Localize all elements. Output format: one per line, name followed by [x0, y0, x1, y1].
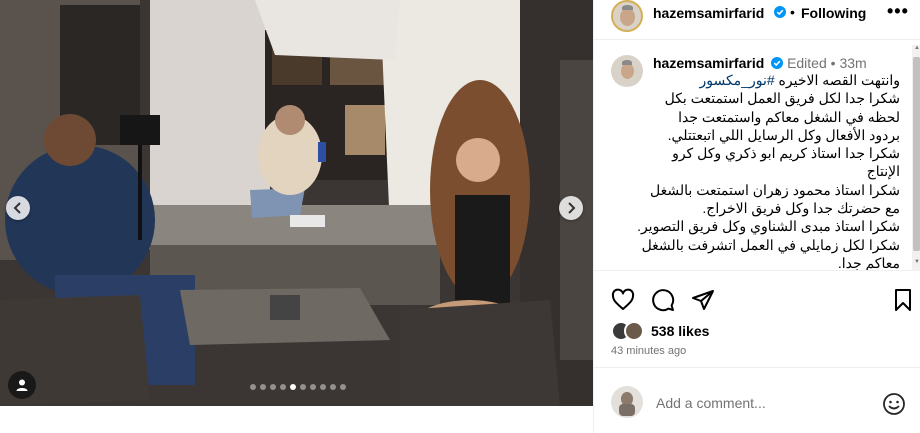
hashtag-link[interactable]: #نور_مكسور — [699, 72, 774, 88]
slide-dot — [310, 384, 316, 390]
slide-dot — [300, 384, 306, 390]
scrollbar-thumb[interactable] — [913, 57, 920, 251]
caption-username[interactable]: hazemsamirfarid — [653, 55, 764, 71]
slide-dot — [260, 384, 266, 390]
save-bookmark-icon[interactable] — [891, 288, 915, 312]
slide-dot — [320, 384, 326, 390]
chevron-right-icon — [568, 202, 576, 214]
liker-avatar — [624, 321, 644, 341]
following-button[interactable]: Following — [801, 5, 866, 21]
verified-badge-icon — [771, 4, 786, 22]
caption-line: بردود الأفعال وكل الرسايل اللي اتبعتتلي. — [667, 126, 900, 143]
user-icon — [16, 379, 28, 391]
caption-line: شكرا لكل زمايلي في العمل اتشرفت بالشغل — [641, 236, 900, 253]
caption-text: وانتهت القصه الاخيره #نور_مكسور شكرا جدا… — [637, 71, 900, 270]
share-icon[interactable] — [691, 288, 715, 312]
likes-count[interactable]: 538 likes — [651, 323, 709, 339]
caption-header: hazemsamirfarid Edited • 33m — [653, 55, 867, 71]
verified-badge-icon — [771, 57, 784, 69]
slide-dot-active — [290, 384, 296, 390]
slide-dot — [280, 384, 286, 390]
caption-separator: • — [830, 55, 836, 71]
add-comment-bar — [594, 367, 920, 433]
previous-slide-button[interactable] — [6, 196, 30, 220]
post-media[interactable] — [0, 0, 593, 406]
slide-dot — [270, 384, 276, 390]
instagram-post-view: hazemsamirfarid • Following ••• hazemsam… — [0, 0, 920, 433]
comments-section[interactable]: hazemsamirfarid Edited • 33m وانتهت القص… — [594, 41, 912, 270]
edited-label: Edited — [787, 55, 827, 71]
post-sidebar: hazemsamirfarid • Following ••• hazemsam… — [593, 0, 920, 433]
caption-line: مع حضرتك جدا وكل فريق الاخراج. — [702, 200, 900, 217]
post-header: hazemsamirfarid • Following ••• — [594, 0, 920, 40]
author-username[interactable]: hazemsamirfarid — [653, 5, 764, 21]
scroll-down-arrow-icon[interactable]: ▼ — [914, 259, 920, 265]
post-photo — [0, 0, 593, 406]
like-heart-icon[interactable] — [611, 288, 635, 312]
caption-line: شكرا جدا استاذ كريم ابو ذكري وكل كرو — [672, 145, 900, 162]
caption-first-line: وانتهت القصه الاخيره #نور_مكسور — [638, 71, 900, 89]
caption-line: شكرا جدا لكل فريق العمل استمتعت بكل — [664, 90, 900, 107]
slide-dot — [330, 384, 336, 390]
emoji-icon[interactable] — [882, 392, 906, 416]
tagged-users-button[interactable] — [8, 371, 36, 399]
author-avatar[interactable] — [611, 0, 643, 32]
caption-line: شكرا استاذ محمود زهران استمتعت بالشغل — [650, 181, 900, 198]
slide-dot — [340, 384, 346, 390]
slide-indicator — [250, 384, 346, 390]
comments-scrollbar[interactable]: ▲ ▼ — [912, 45, 920, 270]
caption-line: لحظه في الشغل معاكم واستمتعت جدا — [678, 108, 900, 125]
post-timestamp[interactable]: 43 minutes ago — [611, 345, 686, 357]
caption-line: شكرا استاذ مبدى الشناوي وكل فريق التصوير… — [637, 218, 900, 235]
caption-time: 33m — [839, 55, 867, 71]
scroll-up-arrow-icon[interactable]: ▲ — [914, 45, 920, 51]
add-comment-input[interactable] — [656, 393, 866, 413]
header-separator: • — [790, 4, 795, 20]
current-user-avatar — [611, 386, 643, 418]
comment-icon[interactable] — [651, 288, 675, 312]
caption-line: معاكم جدا. — [837, 254, 900, 270]
caption-line-text: وانتهت القصه الاخيره — [774, 72, 900, 88]
slide-dot — [250, 384, 256, 390]
next-slide-button[interactable] — [559, 196, 583, 220]
more-options-button[interactable]: ••• — [887, 2, 909, 20]
caption-line: الإنتاج — [866, 163, 900, 180]
chevron-left-icon — [13, 202, 21, 214]
